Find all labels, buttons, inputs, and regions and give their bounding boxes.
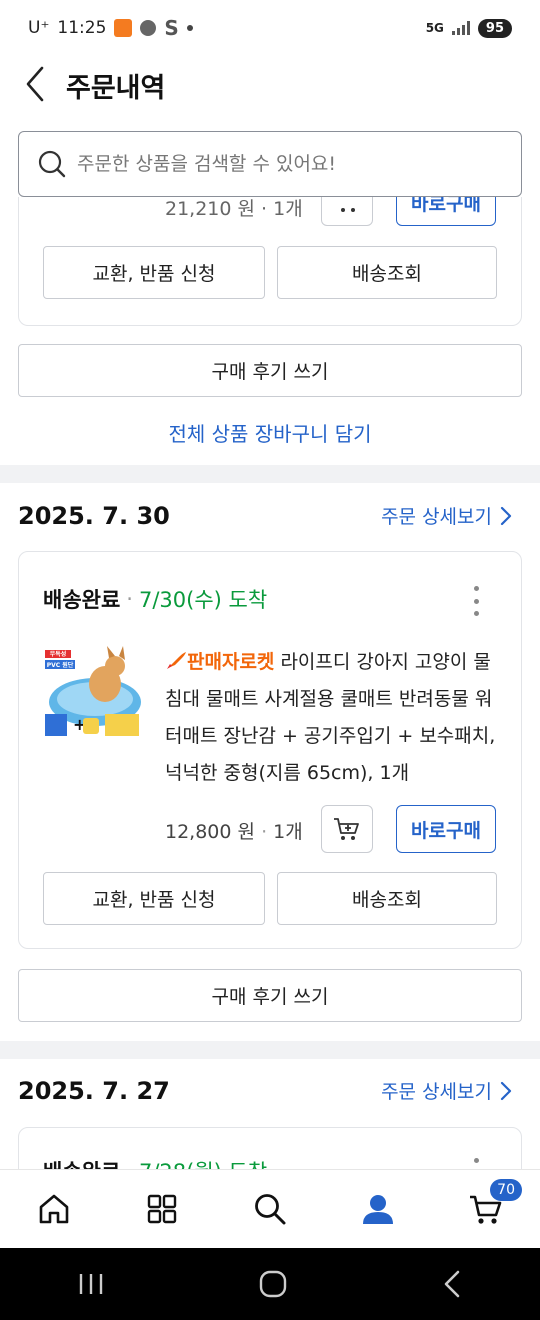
price-row: 12,800 원 · 1개 [165,821,303,843]
status-bar: U⁺ 11:25 S 5G 95 [0,0,540,56]
search-icon [38,150,66,178]
order-detail-link[interactable]: 주문 상세보기 [381,1077,512,1104]
back-arrow-icon[interactable] [22,66,52,102]
rocket-icon [167,652,186,669]
s-notification-icon: S [164,16,179,40]
user-icon [363,1195,393,1224]
cart-count-badge: 70 [490,1179,522,1201]
section-divider [0,465,540,483]
back-button-icon[interactable] [440,1269,464,1299]
seller-rocket-badge: 판매자로켓 [165,651,274,673]
nav-home[interactable] [24,1179,84,1239]
order-card: 배송완료 · 7/28(월) 도착 [18,1127,522,1169]
signal-icon [451,21,470,35]
app-notification-icon [114,19,133,37]
buy-now-button[interactable]: 바로구매 [396,197,496,226]
tracking-button[interactable]: 배송조회 [277,246,497,299]
product-thumbnail[interactable]: 무독성 PVC 원단 + [43,644,143,744]
product-name[interactable]: 판매자로켓 라이프디 강아지 고양이 물침대 물매트 사계절용 쿨매트 반려동물… [165,644,505,792]
order-card: 배송완료 · 7/30(수) 도착 무독성 PVC 원단 + 판매자로켓 라이프… [18,551,522,949]
cart-plus-icon [334,818,359,840]
order-detail-link[interactable]: 주문 상세보기 [381,502,512,529]
app-header: 주문내역 [0,56,540,112]
more-notifications-icon [186,25,193,31]
battery-indicator: 95 [477,18,512,38]
status-separator: · [126,587,133,611]
order-card-previous: 21,210 원 · 1개 바로구매 교환, 반품 신청 배송조회 [18,197,522,326]
arrival-date: 7/28(월) 도착 [139,1156,267,1169]
carrier-label: U⁺ [28,18,50,38]
more-options-icon[interactable] [471,1158,481,1169]
write-review-button[interactable]: 구매 후기 쓰기 [18,969,522,1022]
thumb-text-1: 무독성 [50,650,67,658]
order-date: 2025. 7. 30 [18,502,170,530]
cart-plus-icon [341,208,355,212]
write-review-button[interactable]: 구매 후기 쓰기 [18,344,522,397]
chevron-right-icon [500,506,512,525]
delivery-status: 배송완료 · 7/28(월) 도착 [43,1156,267,1169]
order-list[interactable]: 21,210 원 · 1개 바로구매 교환, 반품 신청 배송조회 구매 후기 … [0,197,540,1169]
order-search-box[interactable] [18,131,522,197]
order-detail-label: 주문 상세보기 [381,506,492,528]
delivery-status: 배송완료 · 7/30(수) 도착 [43,584,267,614]
order-detail-label: 주문 상세보기 [381,1081,492,1103]
status-label: 배송완료 [43,588,121,612]
order-date: 2025. 7. 27 [18,1077,170,1105]
add-to-cart-button[interactable] [321,197,373,226]
exchange-return-button[interactable]: 교환, 반품 신청 [43,872,265,925]
thumb-text-2: PVC 원단 [47,661,74,669]
recent-apps-icon[interactable] [76,1272,106,1296]
nav-categories[interactable] [132,1179,192,1239]
page-title: 주문내역 [66,73,166,104]
nav-cart[interactable]: 70 [456,1179,522,1239]
nav-my-page[interactable] [348,1179,408,1239]
chevron-right-icon [500,1081,512,1100]
arrival-date: 7/30(수) 도착 [138,588,268,612]
tracking-button[interactable]: 배송조회 [277,872,497,925]
price-partial: 21,210 원 · 1개 [165,198,303,220]
price-label: 12,800 원 [165,821,256,843]
network-type: 5G [425,21,444,35]
system-nav-bar [0,1248,540,1320]
more-options-icon[interactable] [471,586,481,616]
seller-rocket-label: 판매자로켓 [187,651,275,673]
quantity-label: 1개 [273,821,303,843]
home-button-icon[interactable] [258,1269,288,1299]
buy-now-button[interactable]: 바로구매 [396,805,496,853]
home-icon [39,1194,69,1224]
search-icon [255,1194,286,1225]
clock: 11:25 [57,18,107,38]
section-divider [0,1041,540,1059]
product-image: 무독성 PVC 원단 + [43,644,143,744]
status-label: 배송완료 [43,1156,120,1169]
grid-icon [147,1194,177,1224]
nav-search[interactable] [240,1179,300,1239]
search-input[interactable] [77,153,477,175]
c-notification-icon [140,20,157,36]
add-to-cart-button[interactable] [321,805,373,853]
add-all-to-cart-link[interactable]: 전체 상품 장바구니 담기 [0,418,540,447]
bottom-nav: 70 [0,1169,540,1248]
exchange-return-button[interactable]: 교환, 반품 신청 [43,246,265,299]
